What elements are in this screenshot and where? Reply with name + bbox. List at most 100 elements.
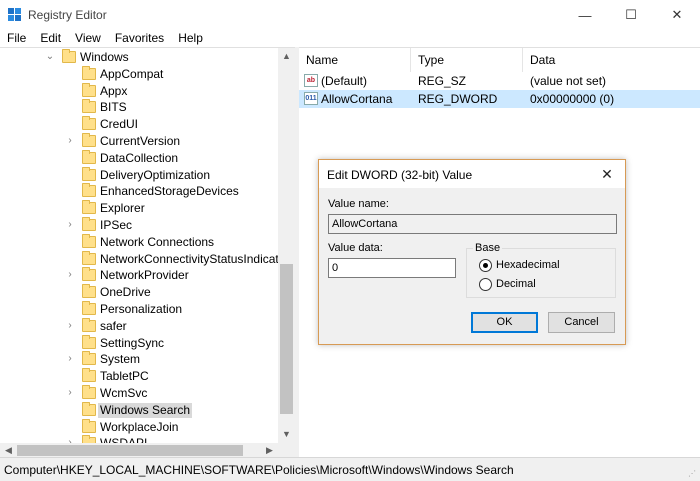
chevron-right-icon[interactable] — [65, 337, 75, 349]
tree-item[interactable]: Windows Search — [0, 401, 278, 419]
scroll-right-arrow[interactable]: ▶ — [261, 443, 278, 457]
horizontal-scroll-thumb[interactable] — [17, 445, 243, 456]
tree-item[interactable]: BITS — [0, 99, 278, 116]
tree-item-label: DeliveryOptimization — [100, 167, 211, 182]
chevron-right-icon[interactable] — [65, 303, 75, 315]
chevron-right-icon[interactable]: › — [65, 320, 75, 332]
value-name-field[interactable]: AllowCortana — [328, 214, 617, 234]
folder-icon — [82, 351, 96, 366]
tree-item[interactable]: NetworkConnectivityStatusIndicator — [0, 250, 278, 268]
tree-item[interactable]: › CurrentVersion — [0, 133, 278, 150]
scroll-down-arrow[interactable]: ▼ — [278, 426, 295, 443]
column-header-data[interactable]: Data — [523, 48, 700, 72]
value-name-label: Value name: — [328, 198, 389, 210]
close-button[interactable]: ✕ — [654, 0, 700, 30]
chevron-right-icon[interactable] — [65, 169, 75, 181]
tree-item[interactable]: Explorer — [0, 200, 278, 217]
vertical-scroll-thumb[interactable] — [280, 264, 293, 414]
chevron-right-icon[interactable]: › — [65, 353, 75, 365]
chevron-right-icon[interactable] — [65, 101, 75, 113]
menu-help[interactable]: Help — [171, 30, 210, 46]
dialog-title: Edit DWORD (32-bit) Value — [327, 168, 473, 182]
tree-item[interactable]: › IPSec — [0, 217, 278, 234]
cancel-button[interactable]: Cancel — [548, 312, 615, 333]
tree-item-label: WorkplaceJoin — [100, 419, 179, 434]
column-header-type[interactable]: Type — [411, 48, 523, 72]
menu-file[interactable]: File — [0, 30, 33, 46]
tree-item[interactable]: WorkplaceJoin — [0, 418, 278, 436]
folder-icon — [82, 99, 96, 114]
tree-item[interactable]: › WcmSvc — [0, 385, 278, 402]
tree-item[interactable]: AppCompat — [0, 65, 278, 83]
tree-item[interactable]: CredUI — [0, 116, 278, 133]
folder-icon — [82, 250, 96, 265]
chevron-down-icon[interactable]: ⌄ — [45, 51, 55, 63]
tree-item[interactable]: SettingSync — [0, 334, 278, 352]
value-type: REG_DWORD — [418, 92, 498, 106]
chevron-right-icon[interactable] — [65, 152, 75, 164]
tree-horizontal-scrollbar[interactable]: ◀ ▶ — [0, 443, 278, 457]
maximize-button[interactable]: ☐ — [608, 0, 654, 30]
tree-item[interactable]: OneDrive — [0, 284, 278, 301]
chevron-right-icon[interactable] — [65, 85, 75, 97]
chevron-right-icon[interactable] — [65, 370, 75, 382]
folder-icon — [82, 133, 96, 147]
chevron-right-icon[interactable] — [65, 286, 75, 298]
chevron-right-icon[interactable] — [65, 404, 75, 416]
column-header-name[interactable]: Name — [299, 48, 411, 72]
tree-item-label: Network Connections — [100, 234, 215, 249]
dialog-title-bar: Edit DWORD (32-bit) Value ✕ — [319, 160, 625, 188]
ok-button[interactable]: OK — [471, 312, 538, 333]
menu-favorites[interactable]: Favorites — [108, 30, 171, 46]
value-name: AllowCortana — [321, 92, 393, 106]
base-groupbox — [466, 248, 616, 298]
radio-checked-icon[interactable] — [479, 259, 492, 272]
base-label: Base — [473, 242, 503, 254]
menu-edit[interactable]: Edit — [33, 30, 68, 46]
chevron-right-icon[interactable]: › — [65, 135, 75, 147]
chevron-right-icon[interactable] — [65, 118, 75, 130]
tree-item-label: Appx — [100, 83, 128, 98]
tree-item[interactable]: EnhancedStorageDevices — [0, 183, 278, 200]
tree-item[interactable]: › safer — [0, 317, 278, 335]
chevron-right-icon[interactable] — [65, 421, 75, 433]
chevron-right-icon[interactable] — [65, 68, 75, 80]
folder-icon — [82, 200, 96, 215]
tree-item[interactable]: Network Connections — [0, 233, 278, 251]
chevron-right-icon[interactable] — [65, 185, 75, 197]
minimize-button[interactable]: — — [562, 0, 608, 30]
tree-item[interactable]: DataCollection — [0, 149, 278, 167]
chevron-right-icon[interactable]: › — [65, 269, 75, 281]
tree-item-label: TabletPC — [100, 369, 149, 384]
tree-item[interactable]: › System — [0, 351, 278, 368]
tree-item[interactable]: TabletPC — [0, 368, 278, 385]
chevron-right-icon[interactable]: › — [65, 219, 75, 231]
tree-item-label: NetworkProvider — [100, 268, 189, 283]
resize-grip-icon[interactable]: ⋰ — [688, 469, 698, 479]
dialog-close-button[interactable]: ✕ — [589, 160, 625, 188]
tree-item[interactable]: Personalization — [0, 301, 278, 318]
value-row-allowcortana[interactable]: 011 AllowCortana REG_DWORD 0x00000000 (0… — [299, 90, 700, 108]
chevron-right-icon[interactable] — [65, 236, 75, 248]
tree-item[interactable]: Appx — [0, 82, 278, 100]
menu-view[interactable]: View — [68, 30, 108, 46]
tree-item-label: CurrentVersion — [100, 134, 181, 148]
radio-unchecked-icon[interactable] — [479, 278, 492, 291]
tree-item[interactable]: DeliveryOptimization — [0, 166, 278, 184]
value-row-default[interactable]: ab (Default) REG_SZ (value not set) — [299, 72, 700, 90]
chevron-right-icon[interactable] — [65, 253, 75, 265]
folder-icon — [82, 149, 96, 164]
decimal-label: Decimal — [496, 278, 536, 290]
scroll-left-arrow[interactable]: ◀ — [0, 443, 17, 457]
tree-item-label: NetworkConnectivityStatusIndicator — [100, 251, 278, 266]
folder-icon — [82, 284, 96, 299]
tree-vertical-scrollbar[interactable]: ▲ ▼ — [278, 48, 295, 443]
tree-item-label: Windows — [80, 50, 129, 64]
value-data-input[interactable]: 0 — [328, 258, 456, 278]
chevron-right-icon[interactable]: › — [65, 387, 75, 399]
scroll-up-arrow[interactable]: ▲ — [278, 48, 295, 65]
tree-item[interactable]: ›WSDAPI — [0, 435, 278, 443]
tree-item[interactable]: ⌄ Windows — [0, 49, 278, 66]
tree-item[interactable]: › NetworkProvider — [0, 267, 278, 284]
chevron-right-icon[interactable] — [65, 202, 75, 214]
